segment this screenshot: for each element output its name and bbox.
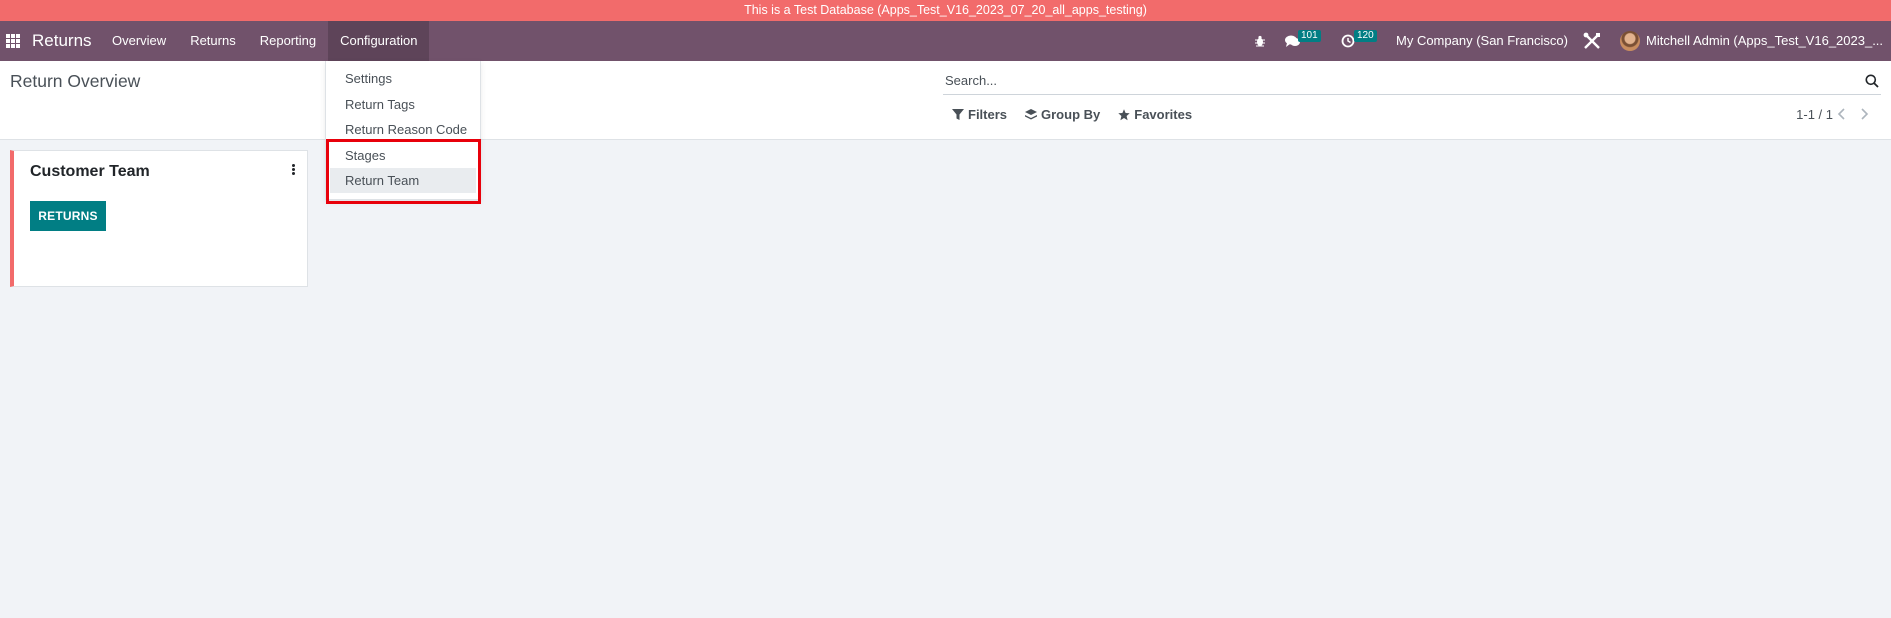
team-kanban-card[interactable]: Customer Team RETURNS: [10, 150, 308, 287]
breadcrumb-title: Return Overview: [10, 71, 141, 91]
search-icon[interactable]: [1865, 74, 1879, 88]
menu-item-return-tags[interactable]: Return Tags: [326, 92, 480, 117]
test-database-banner: This is a Test Database (Apps_Test_V16_2…: [0, 0, 1891, 21]
company-switcher[interactable]: My Company (San Francisco): [1396, 21, 1568, 61]
menu-overview[interactable]: Overview: [100, 21, 178, 61]
main-menu: Overview Returns Reporting Configuration: [100, 21, 430, 61]
filters-label: Filters: [968, 107, 1008, 122]
debug-icon[interactable]: [1254, 21, 1266, 61]
user-menu[interactable]: Mitchell Admin (Apps_Test_V16_2023_...: [1646, 21, 1883, 61]
search-options: Filters Group By Favorites: [952, 107, 1192, 122]
menu-reporting[interactable]: Reporting: [248, 21, 328, 61]
activities-count-badge: 120: [1354, 30, 1377, 42]
pager-value[interactable]: 1-1 / 1: [1796, 107, 1833, 122]
group-by-label: Group By: [1041, 107, 1101, 122]
star-icon: [1118, 108, 1130, 120]
menu-item-stages[interactable]: Stages: [326, 143, 480, 168]
apps-menu-icon[interactable]: [6, 34, 20, 48]
layers-icon: [1025, 108, 1038, 119]
settings-tools-icon[interactable]: [1583, 21, 1601, 61]
chevron-right-icon[interactable]: [1856, 105, 1872, 123]
configuration-dropdown: Settings Return Tags Return Reason Code …: [325, 61, 481, 200]
control-panel: Return Overview Filters Group By Favori: [0, 61, 1891, 140]
menu-item-return-team[interactable]: Return Team: [330, 168, 476, 193]
menu-item-settings[interactable]: Settings: [326, 66, 480, 91]
filter-icon: [952, 108, 964, 120]
team-name: Customer Team: [30, 163, 150, 180]
messages-count-badge: 101: [1298, 30, 1321, 42]
filters-button[interactable]: Filters: [952, 107, 1007, 122]
activities-icon[interactable]: [1341, 21, 1355, 61]
menu-configuration[interactable]: Configuration: [328, 21, 430, 61]
main-navbar: Returns Overview Returns Reporting Confi…: [0, 21, 1891, 61]
favorites-label: Favorites: [1134, 107, 1193, 122]
search-input[interactable]: [943, 69, 1843, 93]
user-avatar[interactable]: [1620, 31, 1640, 51]
group-by-button[interactable]: Group By: [1025, 107, 1100, 122]
returns-button[interactable]: RETURNS: [30, 201, 106, 231]
app-brand[interactable]: Returns: [32, 21, 92, 61]
menu-item-return-reason-code[interactable]: Return Reason Code: [326, 117, 480, 142]
menu-returns[interactable]: Returns: [178, 21, 248, 61]
chevron-left-icon[interactable]: [1834, 105, 1850, 123]
favorites-button[interactable]: Favorites: [1118, 107, 1192, 122]
search-bar: [943, 69, 1881, 95]
card-dropdown-icon[interactable]: [287, 163, 299, 177]
